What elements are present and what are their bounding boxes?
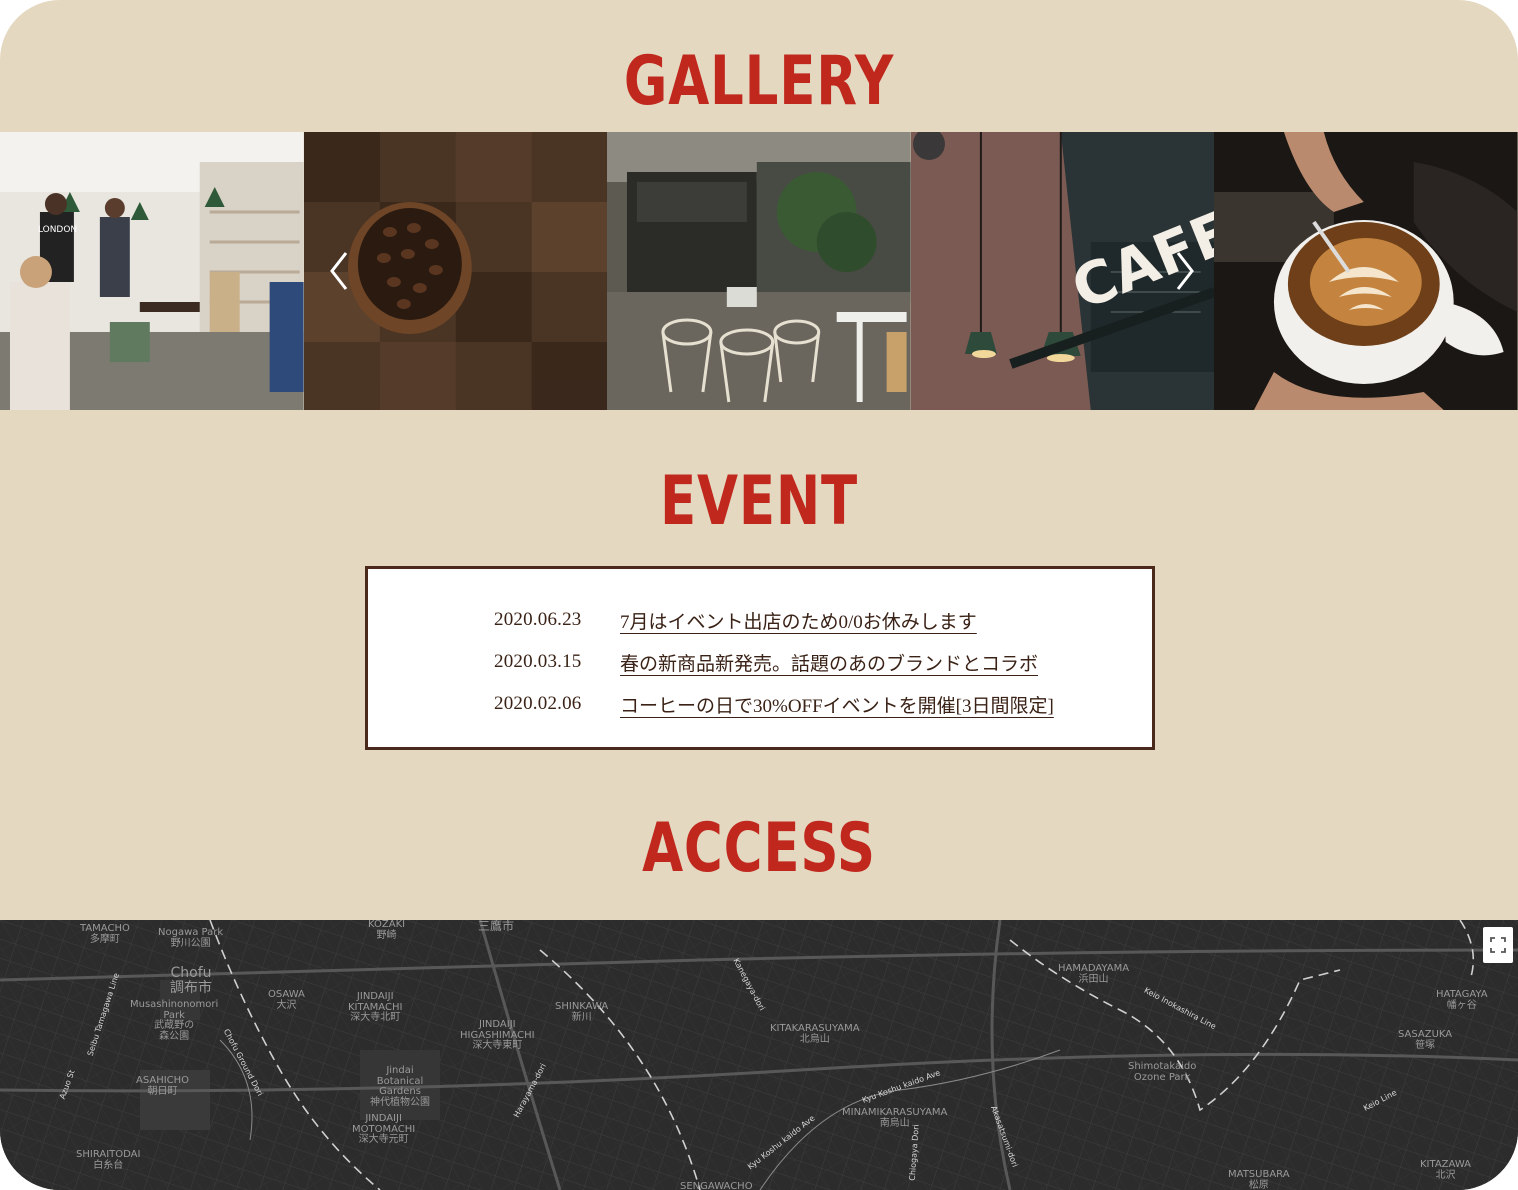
map-label: MATSUBARA 松原 (1228, 1169, 1290, 1190)
gallery-title: GALLERY (623, 42, 895, 121)
map-label: KOZAKI 野崎 (368, 920, 406, 941)
event-link[interactable]: コーヒーの日で30%OFFイベントを開催[3日間限定] (620, 691, 1054, 718)
map-label: SENGAWACHO (680, 1181, 753, 1190)
chevron-right-icon (1176, 252, 1194, 290)
map-label: KITAZAWA 北沢 (1420, 1159, 1472, 1181)
gallery-photo-latte-art[interactable] (1214, 132, 1518, 410)
map-label: Shimotakaido Ozone Park (1128, 1061, 1197, 1083)
event-link[interactable]: 7月はイベント出店のため0/0お休みします (620, 607, 977, 634)
access-title: ACCESS (642, 809, 876, 888)
map-label: SHIRAITODAI 白糸台 (76, 1149, 141, 1171)
map-label: TAMACHO 多摩町 (80, 923, 130, 945)
map-label: Chofu 調布市 (170, 965, 212, 996)
map-label: ASAHICHO 朝日町 (136, 1075, 190, 1097)
event-link[interactable]: 春の新商品新発売。話題のあのブランドとコラボ (620, 649, 1038, 676)
chevron-left-icon (330, 252, 348, 290)
event-date: 2020.02.06 (494, 693, 582, 714)
map-label: HATAGAYA 幡ヶ谷 (1436, 989, 1488, 1011)
event-date: 2020.06.23 (494, 609, 582, 630)
event-item: 2020.03.15 春の新商品新発売。話題のあのブランドとコラボ (368, 641, 1152, 683)
map-label: JINDAIJI HIGASHIMACHI 深大寺東町 (460, 1019, 535, 1051)
event-item: 2020.02.06 コーヒーの日で30%OFFイベントを開催[3日間限定] (368, 683, 1152, 725)
event-title: EVENT (660, 462, 858, 541)
map-label: SASAZUKA 笹塚 (1398, 1029, 1453, 1051)
shirt-text: LONDON (38, 225, 77, 235)
gallery-prev-button[interactable] (320, 248, 360, 294)
event-item: 2020.06.23 7月はイベント出店のため0/0お休みします (368, 599, 1152, 641)
event-date: 2020.03.15 (494, 651, 582, 672)
gallery-photo-seating-area[interactable] (607, 132, 911, 410)
map-label: Musashinonomori Park 武蔵野の 森公園 (130, 999, 219, 1042)
map-label: 三鷹市 (478, 920, 515, 933)
map-label: Jindai Botanical Gardens 神代植物公園 (370, 1065, 430, 1108)
gallery-carousel[interactable]: LONDON CAFE (0, 132, 1518, 410)
map-fullscreen-button[interactable] (1483, 927, 1513, 963)
page: GALLERY LONDON CAFE EVENT 2020.06.23 7月は… (0, 0, 1518, 1190)
map-label: JINDAIJI KITAMACHI 深大寺北町 (348, 991, 403, 1023)
map-label: SHINKAWA 新川 (555, 1001, 609, 1023)
gallery-photo-cafe-interior[interactable]: LONDON (0, 132, 304, 410)
fullscreen-icon (1490, 937, 1506, 953)
gallery-next-button[interactable] (1164, 248, 1204, 294)
map-label: Nogawa Park 野川公園 (158, 927, 224, 949)
map-streets (0, 920, 1518, 1190)
map-label: JINDAIJI MOTOMACHI 深大寺元町 (352, 1113, 416, 1145)
map-label: MINAMIKARASUYAMA 南烏山 (842, 1107, 948, 1129)
event-list: 2020.06.23 7月はイベント出店のため0/0お休みします 2020.03… (365, 566, 1155, 750)
map-label: KITAKARASUYAMA 北烏山 (770, 1023, 860, 1045)
map-label: OSAWA 大沢 (268, 989, 305, 1011)
access-map[interactable]: TAMACHO 多摩町 Nogawa Park 野川公園 Chofu 調布市 Musa… (0, 920, 1518, 1190)
map-label: HAMADAYAMA 浜田山 (1058, 963, 1130, 985)
